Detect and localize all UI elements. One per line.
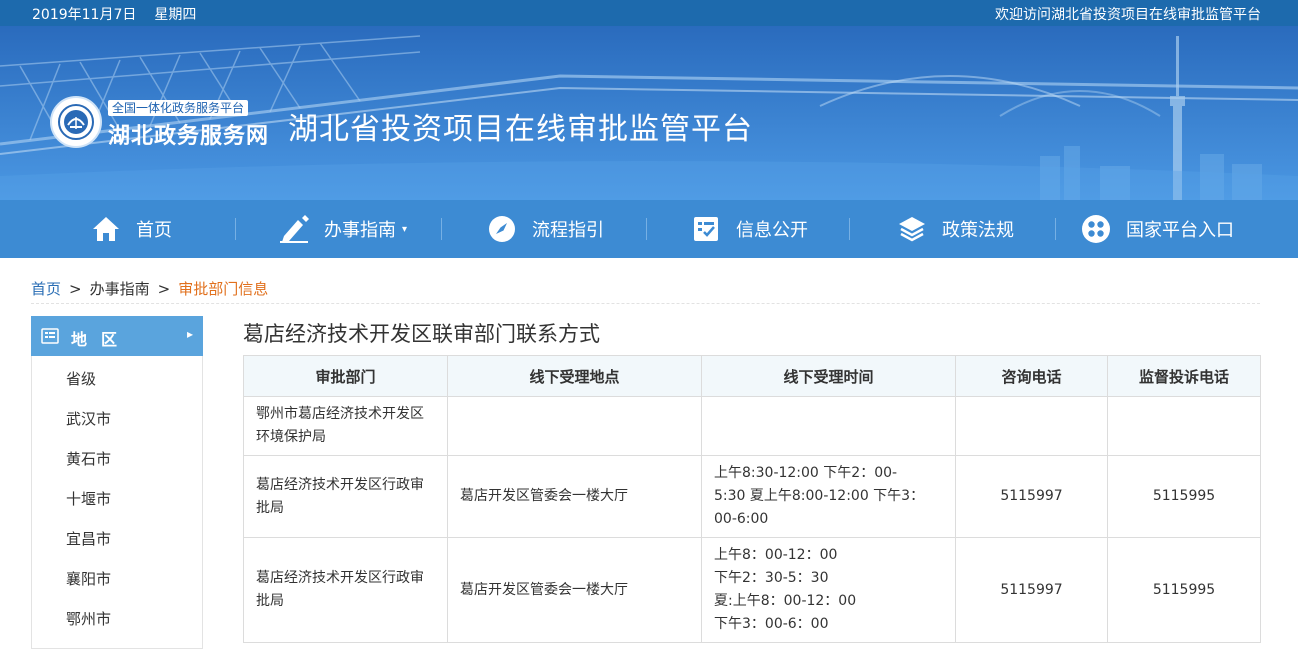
pen-icon [278,213,310,245]
hours-line: 5:30 夏上午8:00-12:00 下午3： [714,488,925,504]
hours-line: 下午3：00-6：00 [714,616,829,632]
breadcrumb-separator: > [157,280,171,298]
sidebar-heading-label: 地区 [71,330,132,349]
checklist-icon [690,213,722,245]
nav-label-home: 首页 [136,220,172,241]
sidebar-item-yichang[interactable]: 宜昌市 [66,528,111,549]
cell-complaint-phone [1107,396,1261,456]
cell-hours [701,396,956,456]
sidebar-heading[interactable]: 地区 ▸ [31,316,203,356]
cell-consult-phone: 5115997 [955,455,1108,538]
breadcrumb-home-link[interactable]: 首页 [31,280,61,298]
hours-line: 上午8：00-12：00 [714,547,838,563]
cell-hours: 上午8:30-12:00 下午2：00- 5:30 夏上午8:00-12:00 … [701,455,956,538]
nav-label-disclosure: 信息公开 [736,220,808,241]
nav-label-national: 国家平台入口 [1126,220,1234,241]
column-header-complaint-phone: 监督投诉电话 [1107,355,1261,397]
hours-line: 上午8:30-12:00 下午2：00- [714,465,898,481]
nav-item-guide[interactable]: 办事指南 ▾ [278,200,407,258]
list-icon [41,328,59,348]
sidebar-item-ezhou[interactable]: 鄂州市 [66,608,111,629]
sidebar-item-province[interactable]: 省级 [66,368,96,389]
column-header-location: 线下受理地点 [447,355,702,397]
current-date: 2019年11月7日 星期四 [32,4,196,24]
date-text: 2019年11月7日 [32,7,137,23]
compass-icon [486,213,518,245]
cell-department: 鄂州市葛店经济技术开发区环境保护局 [243,396,448,456]
main-nav: 首页 办事指南 ▾ 流程指引 信息公开 政策法规 国家平台入口 [0,200,1298,258]
nav-label-policy: 政策法规 [942,220,1014,241]
site-title: 湖北省投资项目在线审批监管平台 [288,112,753,147]
home-icon [90,213,122,245]
nav-item-policy[interactable]: 政策法规 [896,200,1014,258]
cell-location: 葛店开发区管委会一楼大厅 [447,455,702,538]
nav-divider [646,218,647,240]
emblem-icon [50,96,102,148]
page-title: 葛店经济技术开发区联审部门联系方式 [243,322,600,346]
cell-complaint-phone: 5115995 [1107,537,1261,643]
chevron-right-icon: ▸ [186,327,193,341]
table-header-row: 审批部门 线下受理地点 线下受理时间 咨询电话 监督投诉电话 [243,355,1261,397]
column-header-hours: 线下受理时间 [701,355,956,397]
hours-line: 夏:上午8：00-12：00 [714,593,857,609]
nav-item-disclosure[interactable]: 信息公开 [690,200,808,258]
weekday-text: 星期四 [154,7,197,23]
grid-circle-icon [1080,213,1112,245]
nav-label-process: 流程指引 [532,220,604,241]
nav-item-home[interactable]: 首页 [90,200,172,258]
nav-label-guide: 办事指南 [324,220,396,241]
breadcrumb: 首页 > 办事指南 > 审批部门信息 [31,278,268,299]
logo-name: 湖北政务服务网 [108,124,270,149]
breadcrumb-guide[interactable]: 办事指南 [90,280,150,298]
logo-tagline: 全国一体化政务服务平台 [108,100,249,116]
sidebar-item-wuhan[interactable]: 武汉市 [66,408,111,429]
chevron-down-icon: ▾ [402,223,408,235]
nav-divider [235,218,236,240]
hours-line: 00-6:00 [714,511,769,527]
cell-consult-phone: 5115997 [955,537,1108,643]
cell-department: 葛店经济技术开发区行政审批局 [243,537,448,643]
table-row: 葛店经济技术开发区行政审批局 葛店开发区管委会一楼大厅 上午8:30-12:00… [243,455,1261,538]
breadcrumb-divider [31,303,1260,304]
sidebar-item-xiangyang[interactable]: 襄阳市 [66,568,111,589]
hours-line: 下午2：30-5：30 [714,570,829,586]
sidebar-item-shiyan[interactable]: 十堰市 [66,488,111,509]
cell-location: 葛店开发区管委会一楼大厅 [447,537,702,643]
cell-location [447,396,702,456]
sidebar-item-huangshi[interactable]: 黄石市 [66,448,111,469]
breadcrumb-current: 审批部门信息 [178,280,269,298]
column-header-consult-phone: 咨询电话 [955,355,1108,397]
nav-item-process[interactable]: 流程指引 [486,200,604,258]
nav-divider [441,218,442,240]
nav-divider [1055,218,1056,240]
header-banner: 全国一体化政务服务平台 湖北政务服务网 湖北省投资项目在线审批监管平台 [0,26,1298,200]
welcome-text: 欢迎访问湖北省投资项目在线审批监管平台 [995,7,1261,23]
cell-department: 葛店经济技术开发区行政审批局 [243,455,448,538]
cell-consult-phone [955,396,1108,456]
cell-complaint-phone: 5115995 [1107,455,1261,538]
top-bar: 2019年11月7日 星期四 欢迎访问湖北省投资项目在线审批监管平台 [0,0,1298,26]
layers-icon [896,213,928,245]
breadcrumb-separator: > [69,280,82,298]
table-row: 葛店经济技术开发区行政审批局 葛店开发区管委会一楼大厅 上午8：00-12：00… [243,537,1261,643]
nav-item-national[interactable]: 国家平台入口 [1080,200,1234,258]
region-sidebar [31,316,203,649]
contact-table: 审批部门 线下受理地点 线下受理时间 咨询电话 监督投诉电话 鄂州市葛店经济技术… [243,355,1261,643]
nav-divider [849,218,850,240]
column-header-department: 审批部门 [243,355,448,397]
cell-hours: 上午8：00-12：00 下午2：30-5：30 夏:上午8：00-12：00 … [701,537,956,643]
table-row: 鄂州市葛店经济技术开发区环境保护局 [243,396,1261,456]
